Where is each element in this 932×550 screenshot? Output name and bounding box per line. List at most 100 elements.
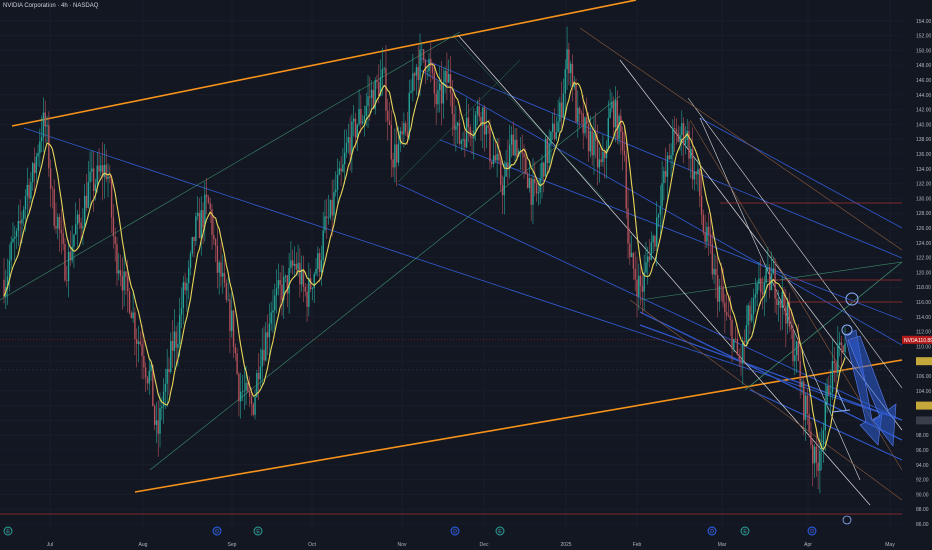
candle-body — [767, 267, 769, 269]
candle-body — [716, 275, 719, 302]
candle-body — [465, 117, 468, 148]
candle-body — [471, 136, 473, 139]
last-price-value: 110.89 — [918, 338, 932, 344]
candle-body — [417, 67, 419, 81]
candle-body — [378, 82, 380, 97]
candle-body — [569, 63, 572, 74]
price-tick-label: 150.00 — [916, 48, 932, 54]
candle-body — [738, 355, 740, 360]
price-tick-label: 96.00 — [916, 448, 929, 454]
price-axis[interactable]: 86.0088.0090.0092.0094.0096.0098.00100.0… — [916, 19, 932, 528]
candle-body — [248, 391, 251, 397]
candle-body — [182, 282, 185, 309]
candle-body — [127, 276, 129, 292]
candle-body — [263, 349, 265, 361]
candle-body — [815, 446, 818, 463]
candle-body — [663, 171, 665, 184]
candle-body — [363, 115, 366, 122]
candle-body — [116, 243, 118, 274]
candle-body — [548, 144, 550, 164]
candle-body — [566, 49, 568, 70]
candle-body — [75, 224, 77, 235]
candle-body — [69, 251, 72, 261]
candle-body — [105, 164, 107, 179]
price-chart[interactable]: 86.0088.0090.0092.0094.0096.0098.00100.0… — [0, 0, 932, 550]
candle-body — [700, 196, 703, 215]
candle-body — [801, 381, 803, 388]
candle-body — [157, 420, 159, 434]
candle-body — [829, 392, 832, 395]
candle-body — [83, 195, 86, 227]
candle-body — [761, 292, 764, 295]
price-tick-label: 94.00 — [916, 463, 929, 469]
candle-body — [119, 270, 122, 276]
candle-body — [410, 91, 412, 93]
candle-body — [516, 139, 518, 157]
candle-body — [790, 326, 792, 330]
event-marker-label: D — [453, 529, 457, 535]
candle-body — [187, 268, 190, 284]
price-tick-label: 110.00 — [916, 344, 931, 350]
candle-body — [799, 361, 801, 388]
candle-body — [708, 226, 710, 234]
candle-body — [448, 73, 450, 83]
candle-body — [388, 120, 391, 125]
candle-body — [387, 110, 389, 121]
candle-body — [469, 127, 471, 137]
price-tag-grey — [916, 416, 932, 425]
candle-body — [60, 229, 63, 234]
candle-body — [320, 260, 323, 273]
candle-body — [191, 236, 193, 254]
candle-body — [274, 295, 276, 311]
price-tick-label: 106.00 — [916, 374, 932, 380]
candle-body — [62, 233, 64, 244]
candle-body — [202, 210, 204, 228]
candle-body — [555, 132, 557, 139]
time-axis[interactable]: Jul Aug Sep Oct Nov Dec 2025 Feb Mar Apr May — [47, 542, 895, 548]
candle-body — [238, 373, 240, 402]
candle-body — [512, 134, 514, 156]
candle-body — [213, 234, 215, 240]
candle-body — [591, 131, 593, 156]
candle-body — [347, 137, 349, 143]
price-tick-label: 146.00 — [916, 78, 932, 84]
candle-body — [537, 192, 540, 194]
candle-body — [26, 184, 29, 197]
candle-body — [503, 176, 505, 196]
candle-body — [205, 194, 208, 198]
candle-body — [478, 106, 480, 117]
candle-body — [577, 107, 579, 123]
candle-body — [586, 117, 588, 125]
candle-body — [161, 406, 163, 409]
candle-body — [55, 226, 57, 229]
candle-body — [808, 413, 810, 432]
candle-body — [831, 361, 834, 393]
candle-body — [794, 355, 796, 362]
candle-body — [288, 267, 290, 294]
candle-body — [645, 262, 647, 273]
candle-body — [733, 338, 735, 349]
candle-body — [765, 268, 767, 283]
candle-body — [270, 312, 272, 324]
candle-body — [390, 124, 393, 160]
candle-body — [458, 122, 461, 144]
candle-body — [170, 340, 172, 372]
candle-body — [354, 118, 357, 138]
price-tick-label: 142.00 — [916, 108, 932, 114]
candle-body — [340, 168, 342, 172]
candle-body — [247, 382, 249, 392]
candle-body — [103, 164, 106, 177]
candle-body — [756, 283, 758, 295]
candle-body — [571, 63, 574, 88]
candle-body — [121, 275, 124, 291]
candle-body — [195, 216, 197, 242]
event-markers[interactable]: EDEDEDED — [3, 526, 817, 536]
price-tick-label: 134.00 — [916, 167, 932, 173]
candle-body — [171, 340, 174, 351]
candle-body — [153, 406, 156, 425]
price-tick-label: 144.00 — [916, 93, 932, 99]
candle-body — [250, 396, 253, 405]
candle-body — [751, 314, 753, 321]
candle-body — [632, 252, 635, 269]
candle-body — [12, 238, 14, 243]
